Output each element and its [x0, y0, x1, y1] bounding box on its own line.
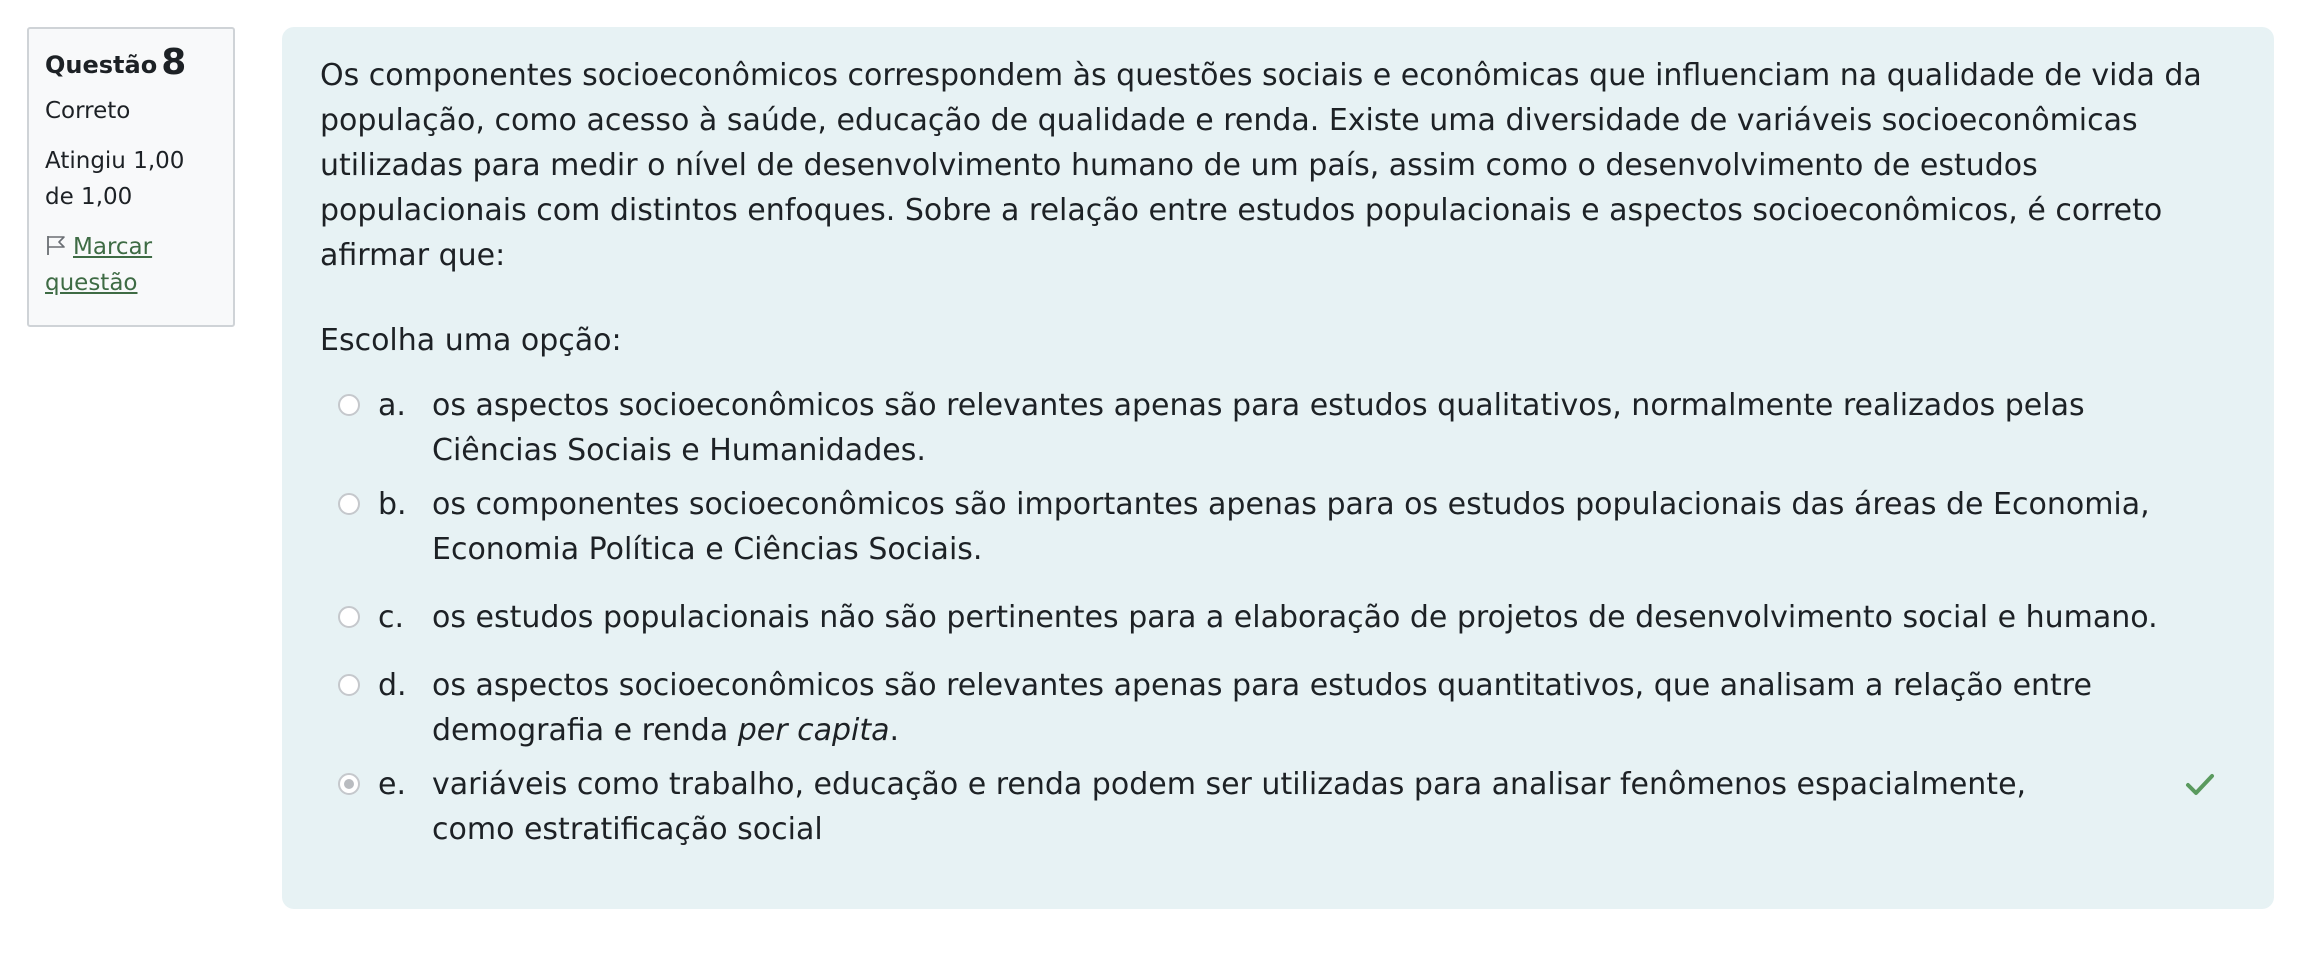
- answer-letter: c.: [378, 600, 405, 635]
- answer-text: os componentes socioeconômicos são impor…: [432, 487, 2150, 567]
- question-number: 8: [161, 42, 187, 83]
- question-content: Os componentes socioeconômicos correspon…: [282, 27, 2274, 909]
- answer-option-a[interactable]: a. os aspectos socioeconômicos são relev…: [320, 383, 2236, 473]
- answer-prompt: Escolha uma opção:: [320, 323, 622, 358]
- answer-text: os aspectos socioeconômicos são relevant…: [432, 388, 2085, 468]
- answer-option-e[interactable]: e. variáveis como trabalho, educação e r…: [320, 762, 2236, 852]
- question-info-panel: Questão 8 Correto Atingiu 1,00 de 1,00 Ma…: [27, 27, 235, 327]
- answer-option-b[interactable]: b. os componentes socioeconômicos são im…: [320, 482, 2236, 572]
- radio-c[interactable]: [338, 606, 360, 628]
- radio-e[interactable]: [338, 773, 360, 795]
- answer-text-end: .: [889, 713, 900, 748]
- answer-option-d[interactable]: d. os aspectos socioeconômicos são relev…: [320, 663, 2236, 753]
- question-grade: Atingiu 1,00 de 1,00: [45, 148, 185, 210]
- question-state: Correto: [45, 98, 131, 124]
- answer-letter: d.: [378, 668, 407, 703]
- answer-text-italic: per capita: [737, 713, 890, 748]
- answer-text: os estudos populacionais não são pertine…: [432, 600, 2158, 635]
- question-text: Os componentes socioeconômicos correspon…: [320, 58, 2202, 273]
- answer-text: os aspectos socioeconômicos são relevant…: [432, 663, 2092, 753]
- flag-question[interactable]: Marcar questão: [45, 229, 217, 301]
- answer-letter: e.: [378, 767, 406, 802]
- question-number-heading: Questão 8: [45, 43, 217, 85]
- question-label: Questão: [45, 51, 158, 79]
- radio-a[interactable]: [338, 394, 360, 416]
- radio-b[interactable]: [338, 493, 360, 515]
- correct-check-icon: [2186, 774, 2214, 795]
- answer-text: variáveis como trabalho, educação e rend…: [432, 767, 2027, 847]
- answer-option-c[interactable]: c. os estudos populacionais não são pert…: [320, 595, 2236, 640]
- answer-text-main: os aspectos socioeconômicos são relevant…: [432, 668, 2092, 748]
- answer-letter: b.: [378, 487, 407, 522]
- answer-letter: a.: [378, 388, 406, 423]
- flag-icon: [47, 236, 65, 255]
- radio-d[interactable]: [338, 674, 360, 696]
- answer-list: a. os aspectos socioeconômicos são relev…: [320, 383, 2236, 852]
